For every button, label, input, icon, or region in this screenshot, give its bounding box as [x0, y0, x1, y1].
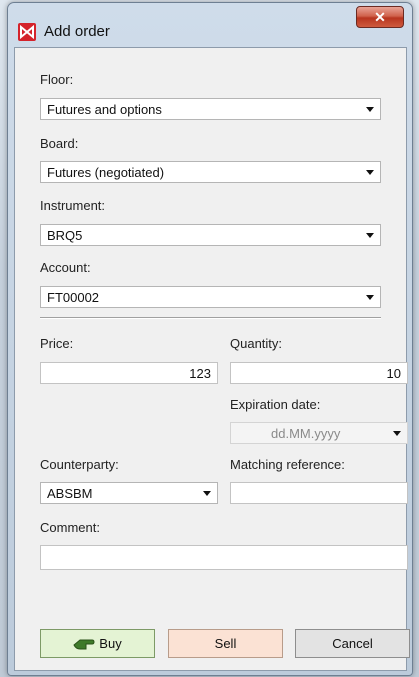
floor-select[interactable]: Futures and options	[40, 98, 381, 120]
buy-label: Buy	[99, 636, 122, 651]
buy-button[interactable]: Buy	[40, 629, 155, 658]
instrument-value: BRQ5	[47, 228, 83, 243]
quantity-label: Quantity:	[230, 336, 283, 351]
sell-label: Sell	[214, 636, 237, 651]
chevron-down-icon	[366, 170, 374, 175]
comment-label: Comment:	[40, 520, 100, 535]
price-input[interactable]: 123	[40, 362, 218, 384]
counterparty-value: ABSBM	[47, 486, 93, 501]
section-divider	[40, 317, 381, 319]
account-select[interactable]: FT00002	[40, 286, 381, 308]
app-logo-icon	[18, 23, 36, 41]
instrument-label: Instrument:	[40, 198, 106, 213]
expiration-date-label: Expiration date:	[230, 397, 321, 412]
price-value: 123	[189, 366, 211, 381]
add-order-dialog: Add order ✕ Floor: Futures and options B…	[7, 2, 413, 676]
price-label: Price:	[40, 336, 74, 351]
board-value: Futures (negotiated)	[47, 165, 165, 180]
chevron-down-icon	[366, 233, 374, 238]
chevron-down-icon	[366, 107, 374, 112]
floor-value: Futures and options	[47, 102, 162, 117]
board-select[interactable]: Futures (negotiated)	[40, 161, 381, 183]
board-label: Board:	[40, 136, 79, 151]
chevron-down-icon	[393, 431, 401, 436]
account-value: FT00002	[47, 290, 100, 305]
comment-input[interactable]	[40, 545, 408, 570]
expiration-date-picker[interactable]: dd.MM.yyyy	[230, 422, 408, 444]
counterparty-select[interactable]: ABSBM	[40, 482, 218, 504]
expiration-date-placeholder: dd.MM.yyyy	[271, 426, 341, 441]
window-title: Add order	[44, 23, 110, 40]
close-button[interactable]: ✕	[356, 6, 404, 28]
title-bar[interactable]: Add order ✕	[8, 3, 412, 43]
form-area: Floor: Futures and options Board: Future…	[14, 47, 410, 671]
quantity-input[interactable]: 10	[230, 362, 408, 384]
quantity-value: 10	[386, 366, 401, 381]
matching-reference-label: Matching reference:	[230, 457, 345, 472]
chevron-down-icon	[203, 491, 211, 496]
matching-reference-input[interactable]	[230, 482, 408, 504]
close-icon: ✕	[374, 9, 386, 25]
cancel-label: Cancel	[332, 636, 373, 651]
hand-pointing-icon	[73, 639, 95, 649]
counterparty-label: Counterparty:	[40, 457, 119, 472]
account-label: Account:	[40, 260, 91, 275]
chevron-down-icon	[366, 295, 374, 300]
instrument-select[interactable]: BRQ5	[40, 224, 381, 246]
floor-label: Floor:	[40, 72, 74, 87]
cancel-button[interactable]: Cancel	[295, 629, 410, 658]
sell-button[interactable]: Sell	[168, 629, 283, 658]
